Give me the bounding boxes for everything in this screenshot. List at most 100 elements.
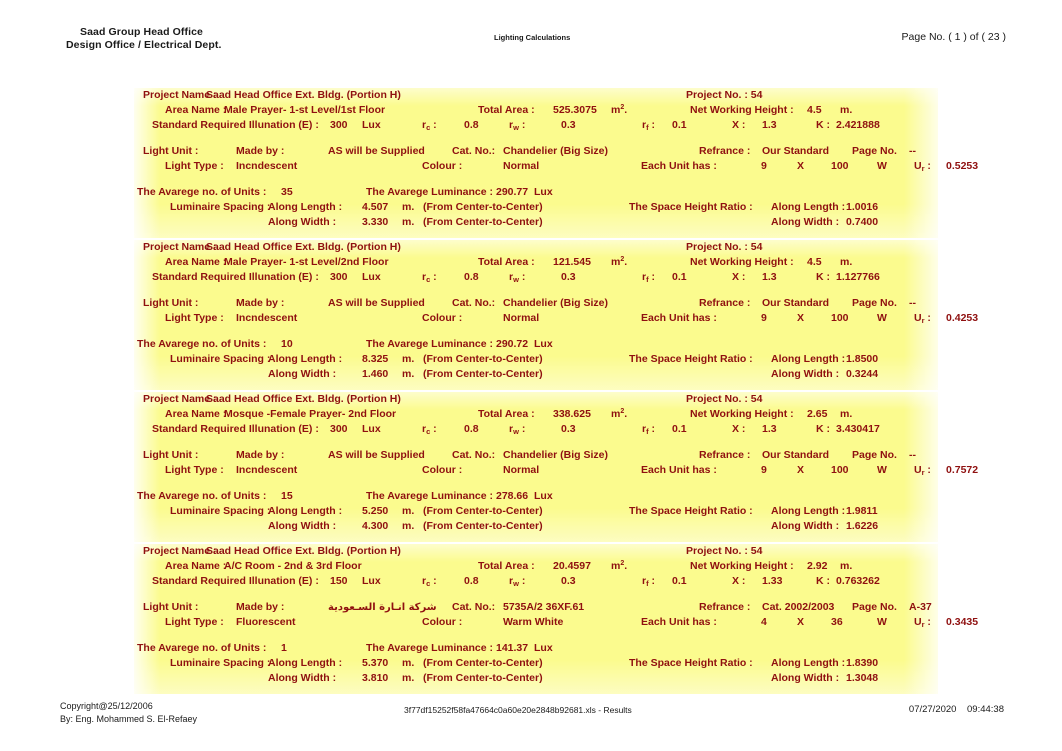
shr-length-label: Along Length : xyxy=(771,353,846,365)
made-by-value: AS will be Supplied xyxy=(328,297,425,309)
page-indicator: Page No. ( 1 ) of ( 23 ) xyxy=(901,31,1006,43)
avg-luminance-unit-label: Lux xyxy=(534,490,553,502)
avg-units-label: The Avarege no. of Units : xyxy=(137,338,267,350)
colour-value: Warm White xyxy=(503,616,564,628)
report-row: Standard Required Illunation (E) : 150 Lux… xyxy=(134,574,938,589)
luminaire-spacing-label: Luminaire Spacing : xyxy=(170,353,271,365)
shr-length-label: Along Length : xyxy=(771,505,846,517)
unit-page-no-value: -- xyxy=(909,297,916,309)
luminaire-spacing-label: Luminaire Spacing : xyxy=(170,657,271,669)
watt-unit-label: W xyxy=(877,464,887,476)
ur-label: Ur : xyxy=(914,312,931,325)
company-name: Saad Group Head Office xyxy=(80,26,203,38)
light-unit-label: Light Unit : xyxy=(143,601,199,613)
shr-length-value: 1.8500 xyxy=(846,353,879,365)
area-unit-label: m2. xyxy=(611,104,628,116)
report-row xyxy=(134,133,938,144)
height-unit-label: m. xyxy=(840,560,853,572)
cat-no-label: Cat. No.: xyxy=(452,601,496,613)
lamps-per-unit-value: 4 xyxy=(761,616,767,628)
spacing-length-note: (From Center-to-Center) xyxy=(423,657,543,669)
print-timestamp: 07/27/2020 09:44:38 xyxy=(909,704,1004,715)
light-type-label: Light Type : xyxy=(165,160,224,172)
illunation-unit-label: Lux xyxy=(362,271,381,283)
rc-value: 0.8 xyxy=(464,119,479,131)
colour-label: Colour : xyxy=(422,312,463,324)
luminaire-spacing-label: Luminaire Spacing : xyxy=(170,201,271,213)
illunation-value: 300 xyxy=(330,119,348,131)
colour-label: Colour : xyxy=(422,464,463,476)
footer-credits: Copyright@25/12/2006 By: Eng. Mohammed S… xyxy=(60,700,197,726)
k-value: 1.127766 xyxy=(836,271,880,283)
rw-label: rw : xyxy=(509,119,526,132)
report-row: Luminaire Spacing : Along Length :8.325 m.… xyxy=(134,352,938,367)
lighting-calculation-block: Project Name : Saad Head Office Ext. Bldg… xyxy=(134,88,978,238)
report-row: Area Name : Male Prayer- 1-st Level/2nd F… xyxy=(134,255,938,270)
illunation-label: Standard Required Illunation (E) : xyxy=(152,575,319,587)
report-row: Light Unit : Made by : AS will be Supplied… xyxy=(134,448,938,463)
spacing-length-label: Along Length : xyxy=(268,353,343,365)
rw-label: rw : xyxy=(509,575,526,588)
shr-width-label: Along Width : xyxy=(771,216,840,228)
colour-value: Normal xyxy=(503,464,540,476)
k-label: K : xyxy=(816,423,830,435)
report-row xyxy=(134,285,938,296)
spacing-width-note: (From Center-to-Center) xyxy=(423,368,543,380)
spacing-width-unit-label: m. xyxy=(402,216,415,228)
spacing-width-value: 3.330 xyxy=(362,216,389,228)
spacing-length-value: 8.325 xyxy=(362,353,389,365)
spacing-width-value: 1.460 xyxy=(362,368,389,380)
spacing-width-label: Along Width : xyxy=(268,368,337,380)
report-row: Light Type : Incndescent Colour : Normal Eac… xyxy=(134,159,978,174)
unit-page-no-label: Page No. xyxy=(852,145,897,157)
refrance-label: Refrance : xyxy=(699,297,751,309)
area-name-label: Area Name : xyxy=(165,104,227,116)
refrance-label: Refrance : xyxy=(699,601,751,613)
avg-units-label: The Avarege no. of Units : xyxy=(137,490,267,502)
project-name-value: Saad Head Office Ext. Bldg. (Portion H) xyxy=(206,89,401,101)
lighting-calculation-block: Project Name : Saad Head Office Ext. Bldg… xyxy=(134,240,978,390)
report-row: Area Name : Male Prayer- 1-st Level/1st F… xyxy=(134,103,938,118)
project-no-value: Project No. : 54 xyxy=(686,545,763,557)
print-date: 07/27/2020 xyxy=(908,704,957,715)
rf-value: 0.1 xyxy=(672,271,687,283)
project-name-value: Saad Head Office Ext. Bldg. (Portion H) xyxy=(206,393,401,405)
illunation-unit-label: Lux xyxy=(362,423,381,435)
area-name-label: Area Name : xyxy=(165,408,227,420)
copyright-text: Copyright@25/12/2006 xyxy=(60,701,153,711)
space-height-ratio-label: The Space Height Ratio : xyxy=(629,201,753,213)
document-title: Lighting Calculations xyxy=(494,33,571,42)
report-row: Luminaire Spacing : Along Length :5.370 m.… xyxy=(134,656,938,671)
report-row: Luminaire Spacing : Along Length :5.250 m.… xyxy=(134,504,938,519)
spacing-width-note: (From Center-to-Center) xyxy=(423,216,543,228)
report-row xyxy=(134,534,938,542)
multiply-label: X xyxy=(797,312,805,324)
x-value: 1.3 xyxy=(762,271,777,283)
shr-length-label: Along Length : xyxy=(771,201,846,213)
colour-value: Normal xyxy=(503,312,540,324)
report-row xyxy=(134,478,938,489)
report-row: Project Name : Saad Head Office Ext. Bldg… xyxy=(134,392,938,407)
space-height-ratio-label: The Space Height Ratio : xyxy=(629,353,753,365)
avg-units-value: 1 xyxy=(281,642,287,654)
rf-label: rf : xyxy=(642,575,656,588)
each-unit-has-label: Each Unit has : xyxy=(641,312,717,324)
report-row: Along Width : 4.300 m. (From Center-to-Cent… xyxy=(134,519,938,534)
avg-luminance-value: 290.77 xyxy=(496,186,529,198)
rf-label: rf : xyxy=(642,271,656,284)
rc-value: 0.8 xyxy=(464,575,479,587)
project-no-value: Project No. : 54 xyxy=(686,393,763,405)
height-unit-label: m. xyxy=(840,104,853,116)
rw-value: 0.3 xyxy=(561,423,576,435)
report-row xyxy=(134,174,938,185)
rc-value: 0.8 xyxy=(464,423,479,435)
net-working-height-value: 2.65 xyxy=(807,408,828,420)
avg-luminance-label: The Avarege Luminance : xyxy=(366,338,494,350)
rw-label: rw : xyxy=(509,423,526,436)
author-text: By: Eng. Mohammed S. El-Refaey xyxy=(60,714,198,724)
rc-value: 0.8 xyxy=(464,271,479,283)
each-unit-has-label: Each Unit has : xyxy=(641,616,717,628)
shr-width-label: Along Width : xyxy=(771,520,840,532)
watt-unit-label: W xyxy=(877,312,887,324)
lighting-calculation-block: Project Name : Saad Head Office Ext. Bldg… xyxy=(134,544,978,694)
